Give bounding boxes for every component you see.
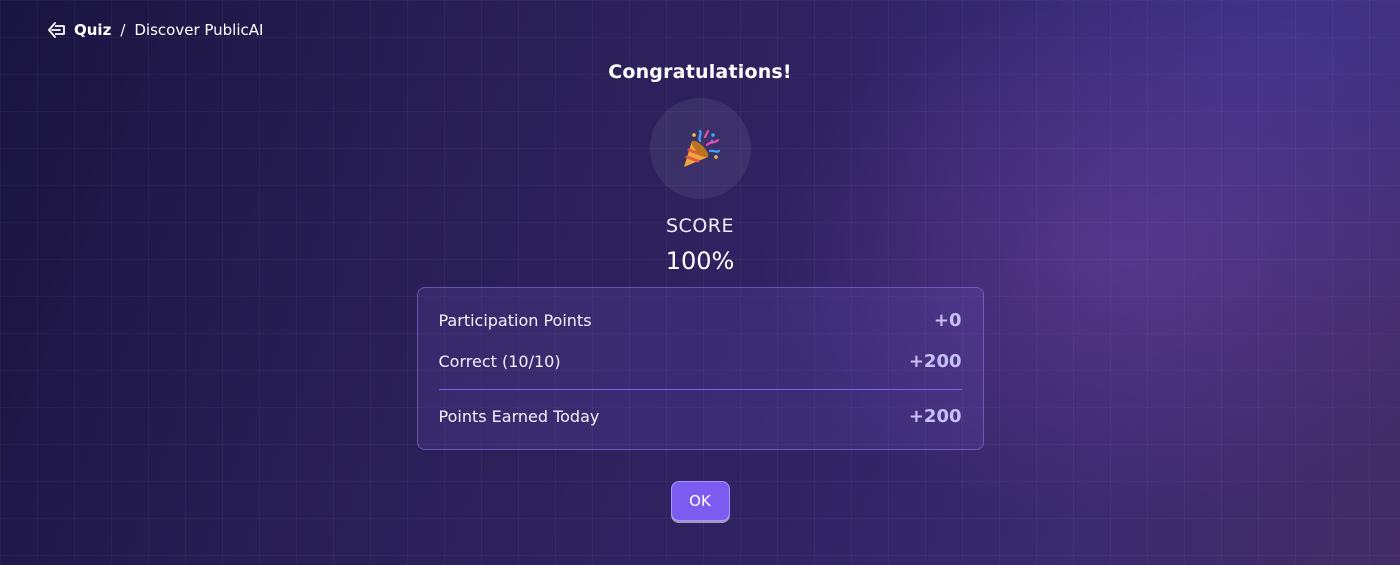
- points-row-value: +0: [933, 310, 962, 331]
- points-row-value: +200: [908, 351, 962, 372]
- points-row-label: Participation Points: [438, 311, 592, 330]
- score-value: 100%: [665, 247, 735, 275]
- emoji-badge: [649, 98, 751, 199]
- points-total-label: Points Earned Today: [438, 407, 600, 426]
- ok-button[interactable]: OK: [670, 481, 730, 521]
- points-divider: [438, 389, 962, 390]
- points-row-participation: Participation Points +0: [439, 310, 962, 331]
- quiz-result-panel: Congratulations! SCORE 100% Participatio…: [0, 0, 1400, 521]
- points-summary-card: Participation Points +0 Correct (10/10) …: [416, 287, 984, 450]
- result-title: Congratulations!: [608, 61, 792, 83]
- points-row-correct: Correct (10/10) +200: [439, 351, 962, 372]
- points-row-label: Correct (10/10): [438, 352, 561, 371]
- points-total-value: +200: [908, 406, 962, 427]
- score-label: SCORE: [666, 215, 734, 237]
- party-popper-icon: [684, 129, 721, 167]
- points-row-total: Points Earned Today +200: [439, 406, 962, 427]
